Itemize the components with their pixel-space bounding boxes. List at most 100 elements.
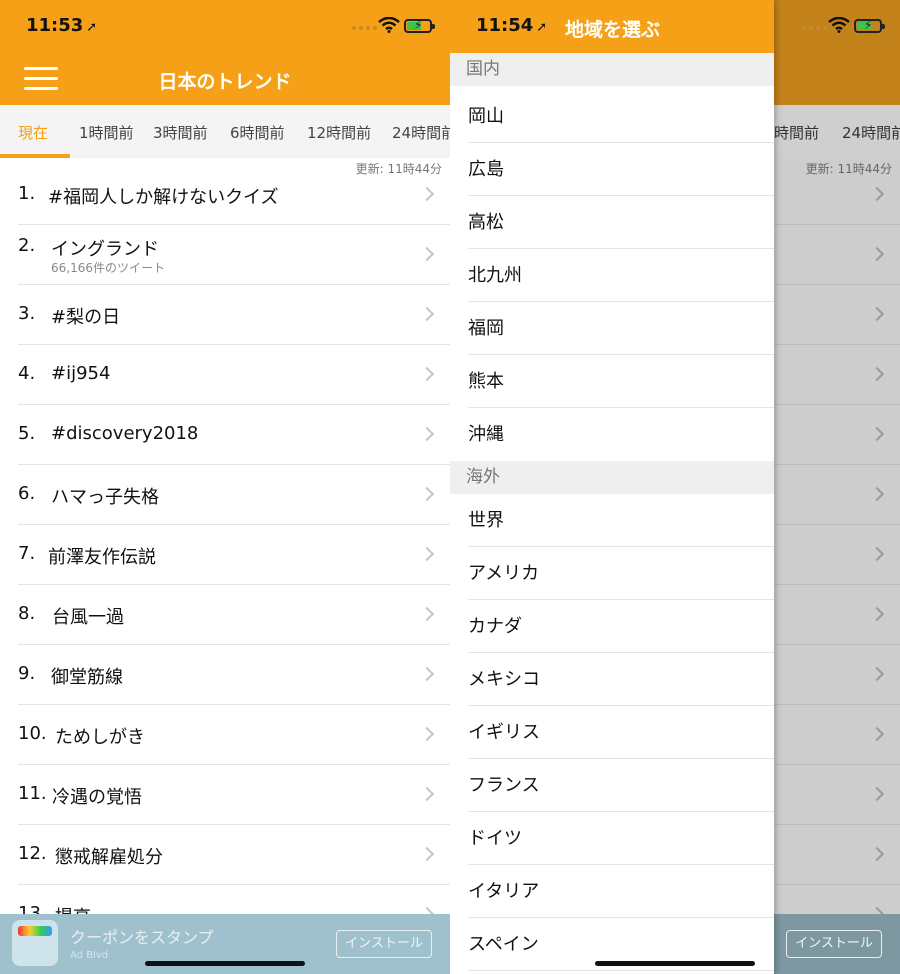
chevron-right-icon xyxy=(419,546,435,562)
chevron-right-icon xyxy=(419,726,435,742)
trend-label: イングランド xyxy=(51,239,159,260)
chevron-right-icon xyxy=(419,186,435,202)
chevron-right-icon xyxy=(419,246,435,262)
tab-3h[interactable]: 3時間前 xyxy=(153,122,208,143)
region-item[interactable]: アメリカ xyxy=(468,547,774,600)
trends-screen: 11:53 ➚ ⚡ 日本のトレンド 現在 1時間前 3時間前 6時間前 12時間前… xyxy=(0,0,450,974)
trend-label: 前澤友作伝説 xyxy=(48,547,156,568)
wifi-icon xyxy=(828,17,850,33)
location-arrow-icon: ➚ xyxy=(536,20,548,35)
region-item[interactable]: ドイツ xyxy=(468,812,774,865)
trend-rank: 10. xyxy=(18,723,47,744)
region-item[interactable]: 沖縄 xyxy=(468,408,774,461)
region-item[interactable]: 世界 xyxy=(468,494,774,547)
trend-row[interactable]: 12. 懲戒解雇処分 xyxy=(18,825,450,885)
signal-icon xyxy=(352,26,377,30)
tab-6h[interactable]: 6時間前 xyxy=(230,122,285,143)
chevron-right-icon xyxy=(419,666,435,682)
row-divider xyxy=(774,284,900,285)
chevron-right-icon xyxy=(869,726,885,742)
region-item[interactable]: イタリア xyxy=(468,865,774,918)
region-item[interactable]: メキシコ xyxy=(468,653,774,706)
status-bar: 11:53 ➚ ⚡ xyxy=(0,0,450,53)
updated-time: 更新: 11時44分 xyxy=(805,162,892,176)
trend-rank: 8. xyxy=(18,603,36,624)
trend-row[interactable]: 4. #ij954 xyxy=(18,345,450,405)
row-divider xyxy=(774,824,900,825)
section-domestic: 国内 xyxy=(450,53,774,86)
trend-label: ためしがき xyxy=(55,727,145,748)
ad-subtitle: Ad Blvd xyxy=(70,950,109,961)
trend-label: #discovery2018 xyxy=(51,423,199,444)
trend-label: #梨の日 xyxy=(51,307,121,328)
app-header: 11:53 ➚ ⚡ 日本のトレンド xyxy=(0,0,450,105)
drawer-title: 地域を選ぶ xyxy=(565,19,661,41)
trend-rank: 2. xyxy=(18,235,36,256)
battery-charging-icon: ⚡ xyxy=(854,18,885,33)
region-item[interactable]: フランス xyxy=(468,759,774,812)
chevron-right-icon xyxy=(419,606,435,622)
trend-row[interactable]: 1. #福岡人しか解けないクイズ xyxy=(18,165,450,225)
section-overseas: 海外 xyxy=(450,461,774,494)
region-item[interactable]: 北九州 xyxy=(468,249,774,302)
chevron-right-icon xyxy=(869,426,885,442)
trend-row[interactable]: 9. 御堂筋線 xyxy=(18,645,450,705)
chevron-right-icon xyxy=(419,426,435,442)
region-item[interactable]: カナダ xyxy=(468,600,774,653)
trend-row[interactable]: 2. イングランド 66,166件のツイート xyxy=(18,225,450,285)
region-item[interactable]: 広島 xyxy=(468,143,774,196)
chevron-right-icon xyxy=(869,546,885,562)
ad-app-icon xyxy=(12,920,58,966)
tab-now[interactable]: 現在 xyxy=(18,122,48,143)
row-divider xyxy=(774,644,900,645)
chevron-right-icon xyxy=(869,306,885,322)
row-divider xyxy=(774,524,900,525)
trend-rank: 3. xyxy=(18,303,36,324)
trend-row[interactable]: 10. ためしがき xyxy=(18,705,450,765)
trend-rank: 7. xyxy=(18,543,36,564)
install-button[interactable]: インストール xyxy=(786,930,882,958)
tab-12h[interactable]: 12時間前 xyxy=(307,122,371,143)
battery-charging-icon: ⚡ xyxy=(404,18,435,33)
region-item[interactable]: 岡山 xyxy=(468,90,774,143)
home-indicator xyxy=(595,961,755,966)
chevron-right-icon xyxy=(869,786,885,802)
tab-24h[interactable]: 24時間前 xyxy=(392,122,450,143)
row-divider xyxy=(774,224,900,225)
trend-label: 懲戒解雇処分 xyxy=(55,847,163,868)
trend-row[interactable]: 11. 冷遇の覚悟 xyxy=(18,765,450,825)
active-tab-indicator xyxy=(0,154,70,158)
row-divider xyxy=(774,464,900,465)
trend-label: ハマっ子失格 xyxy=(51,487,159,508)
page-title: 日本のトレンド xyxy=(158,71,292,93)
trend-row[interactable]: 6. ハマっ子失格 xyxy=(18,465,450,525)
wifi-icon xyxy=(378,17,400,33)
trend-row[interactable]: 8. 台風一過 xyxy=(18,585,450,645)
drawer-header: 11:54 ➚ 地域を選ぶ xyxy=(450,0,774,53)
region-item[interactable]: イギリス xyxy=(468,706,774,759)
region-drawer-screen: ⚡ 時間前 24時間前 更新: 11時44分 インストール 11:54 ➚ 地域… xyxy=(450,0,900,974)
trend-rank: 4. xyxy=(18,363,36,384)
chevron-right-icon xyxy=(419,846,435,862)
chevron-right-icon xyxy=(869,366,885,382)
time-tabs: 現在 1時間前 3時間前 6時間前 12時間前 24時間前 xyxy=(0,105,450,158)
trend-row[interactable]: 3. #梨の日 xyxy=(18,285,450,345)
trend-row[interactable]: 5. #discovery2018 xyxy=(18,405,450,465)
trend-row[interactable]: 7. 前澤友作伝説 xyxy=(18,525,450,585)
ad-banner[interactable]: クーポンをスタンプ Ad Blvd インストール xyxy=(0,914,450,974)
tab-24h: 24時間前 xyxy=(842,124,900,142)
install-button[interactable]: インストール xyxy=(336,930,432,958)
trend-rank: 12. xyxy=(18,843,47,864)
status-time: 11:53 ➚ xyxy=(26,15,98,36)
region-item[interactable]: 熊本 xyxy=(468,355,774,408)
region-item[interactable]: 福岡 xyxy=(468,302,774,355)
tab-1h[interactable]: 1時間前 xyxy=(79,122,134,143)
trend-rank: 6. xyxy=(18,483,36,504)
tab-partial: 時間前 xyxy=(774,124,820,142)
chevron-right-icon xyxy=(419,306,435,322)
chevron-right-icon xyxy=(869,606,885,622)
trend-rank: 11. xyxy=(18,783,47,804)
signal-icon xyxy=(802,26,827,30)
status-time: 11:54 ➚ xyxy=(476,15,548,36)
region-item[interactable]: 高松 xyxy=(468,196,774,249)
